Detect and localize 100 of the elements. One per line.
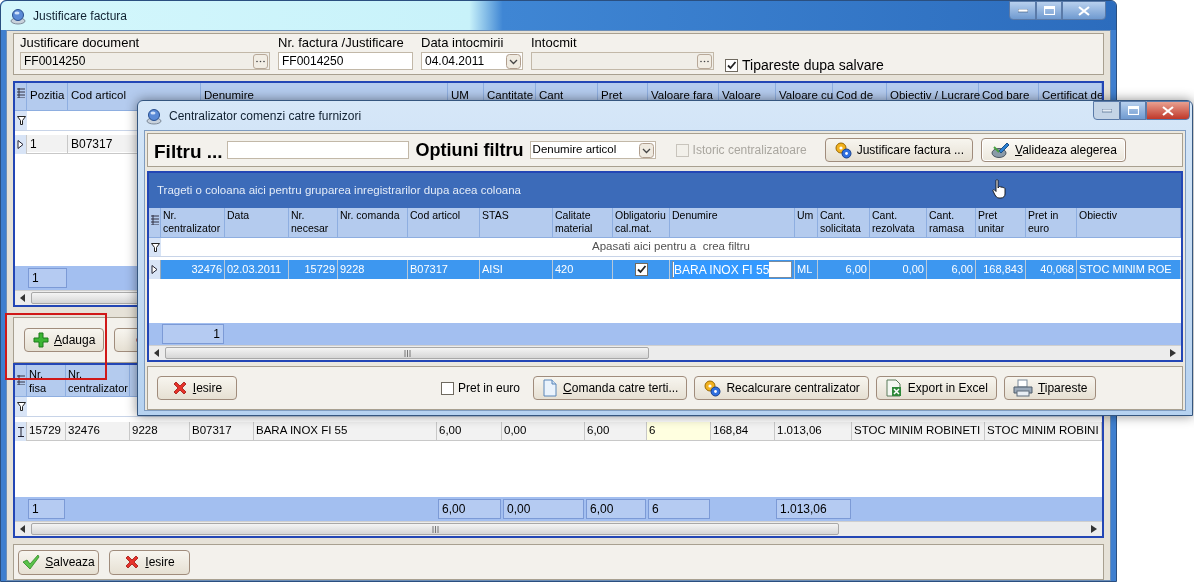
column-header[interactable]: Cod de: [836, 89, 874, 101]
column-header[interactable]: Pozitia: [30, 89, 65, 101]
horizontal-scrollbar[interactable]: [15, 521, 1102, 536]
close-button[interactable]: [1146, 101, 1190, 120]
column-header[interactable]: Cod articol: [410, 209, 477, 222]
column-header[interactable]: Pret unitar: [978, 209, 1023, 235]
validate-button[interactable]: Valideaza alegerea: [981, 138, 1126, 162]
column-header[interactable]: Pret: [601, 89, 623, 101]
table-cell-text: 0,00: [902, 262, 924, 278]
print-button[interactable]: Tipareste: [1003, 376, 1097, 400]
column-header[interactable]: Cod bare: [982, 89, 1030, 101]
table-cell: 0,00: [502, 422, 585, 441]
column-header[interactable]: Obiectiv / Lucrare: [890, 89, 981, 101]
column-header[interactable]: Nr. fisa: [29, 367, 63, 395]
close-button[interactable]: [1062, 1, 1106, 20]
document-icon: [542, 379, 559, 397]
column-header[interactable]: STAS: [482, 209, 550, 222]
minimize-button[interactable]: [1009, 1, 1036, 20]
horizontal-scrollbar[interactable]: [149, 345, 1181, 360]
table-cell: 32476: [66, 422, 130, 441]
input-field[interactable]: FF0014250: [278, 52, 413, 70]
column-header[interactable]: Cant: [539, 89, 564, 101]
cross-icon: [124, 554, 141, 570]
field-label: Data intocmirii: [421, 35, 505, 51]
table-cell-text: 9228: [340, 262, 365, 278]
ellipsis-icon: [700, 59, 709, 63]
table-cell: B07317: [190, 422, 254, 441]
minimize-button[interactable]: [1093, 101, 1120, 120]
right-arrow-icon: [1170, 349, 1176, 357]
filter-field[interactable]: [226, 141, 409, 159]
invoice-button[interactable]: Justificare factura ...: [824, 138, 973, 162]
column-header[interactable]: Valoare fara: [651, 89, 713, 101]
column-header[interactable]: Data: [227, 209, 286, 222]
checkbox[interactable]: [441, 381, 454, 395]
filter-options-dropdown[interactable]: Denumire articol: [529, 141, 656, 159]
right-arrow-icon: [1091, 525, 1097, 533]
column-header[interactable]: Um: [797, 209, 815, 222]
column-header[interactable]: Cantitate: [487, 89, 534, 101]
maximize-button[interactable]: [1120, 101, 1146, 120]
group-by-hint: Trageti o coloana aici pentru gruparea inregistrarilor dupa acea coloana: [157, 182, 521, 198]
checkbox-label: Pret in euro: [458, 380, 521, 397]
left-arrow-icon: [154, 349, 160, 357]
scrollbar-thumb[interactable]: [31, 523, 839, 535]
column-header[interactable]: Denumire: [672, 209, 792, 222]
column-header[interactable]: Cant. rezolvata: [872, 209, 924, 235]
exit-button[interactable]: Iesire: [157, 376, 237, 400]
scrollbar-thumb[interactable]: [165, 347, 649, 359]
table-cell: 1.013,06: [775, 422, 852, 441]
table-cell-text: 6,00: [951, 262, 973, 278]
checkbox-label: Istoric centralizatoare: [692, 142, 807, 159]
column-header[interactable]: Obiectiv: [1079, 209, 1178, 222]
left-arrow-icon: [20, 525, 26, 533]
total-cell: 6: [648, 499, 710, 519]
hand-cursor-icon: [992, 179, 1006, 199]
total-cell: 1: [28, 268, 67, 288]
column-header[interactable]: Valoare cu: [779, 89, 834, 101]
app-icon: [9, 6, 27, 25]
left-arrow-icon: [20, 294, 26, 302]
total-cell: 1: [28, 499, 65, 519]
maximize-button[interactable]: [1036, 1, 1062, 20]
table-cell-text: STOC MINIM ROE: [1079, 262, 1172, 278]
column-header[interactable]: Valoare: [722, 89, 761, 101]
field-label: Justificare document: [20, 35, 141, 51]
save-button[interactable]: Salveaza: [18, 549, 99, 575]
dropdown-caret-icon: [506, 53, 521, 69]
total-cell: 1: [162, 324, 224, 344]
brush-icon: [990, 141, 1010, 159]
column-header[interactable]: Nr. centralizator: [163, 209, 222, 235]
column-header[interactable]: Cant. solicitata: [820, 209, 867, 235]
checkmark-icon: [22, 554, 41, 570]
table-cell-text: 15729: [304, 262, 335, 278]
column-header[interactable]: Obligatoriu cal.mat.: [615, 209, 667, 235]
order-button[interactable]: Comanda catre terti...: [533, 376, 688, 400]
column-header[interactable]: UM: [451, 89, 469, 101]
text-cursor-icon: [17, 426, 24, 437]
column-header[interactable]: Cod articol: [71, 89, 126, 101]
close-icon: [1162, 105, 1174, 116]
exit-button[interactable]: Iesire: [109, 549, 190, 575]
column-header[interactable]: Certificat de: [1042, 89, 1102, 101]
date-field[interactable]: 04.04.2011: [421, 52, 523, 70]
column-header[interactable]: Calitate material: [555, 209, 610, 235]
table-cell-text: ML: [797, 262, 813, 278]
column-header[interactable]: Nr. necesar: [291, 209, 335, 235]
filter-row-hint[interactable]: Apasati aici pentru a crea filtru: [592, 238, 750, 256]
window-title: Justificare factura: [33, 7, 128, 25]
table-cell: 6: [647, 422, 711, 441]
column-header[interactable]: Pret in euro: [1028, 209, 1074, 235]
checkbox[interactable]: [634, 263, 648, 276]
column-header[interactable]: Nr. centralizator: [68, 367, 127, 395]
column-header[interactable]: Denumire: [204, 89, 254, 101]
table-cell: 6,00: [437, 422, 502, 441]
add-button[interactable]: Adauga: [24, 328, 105, 352]
table-cell: STOC MINIM ROBINETI: [852, 422, 985, 441]
column-header[interactable]: Cant. ramasa: [929, 209, 973, 235]
checkbox[interactable]: [725, 59, 738, 72]
column-header[interactable]: Nr. comanda: [340, 209, 405, 222]
app-icon: [145, 106, 163, 125]
table-cell-text: 168,843: [983, 262, 1023, 278]
recalculate-button[interactable]: Recalcurare centralizator: [694, 376, 869, 400]
export-button[interactable]: Export in Excel: [875, 376, 997, 400]
